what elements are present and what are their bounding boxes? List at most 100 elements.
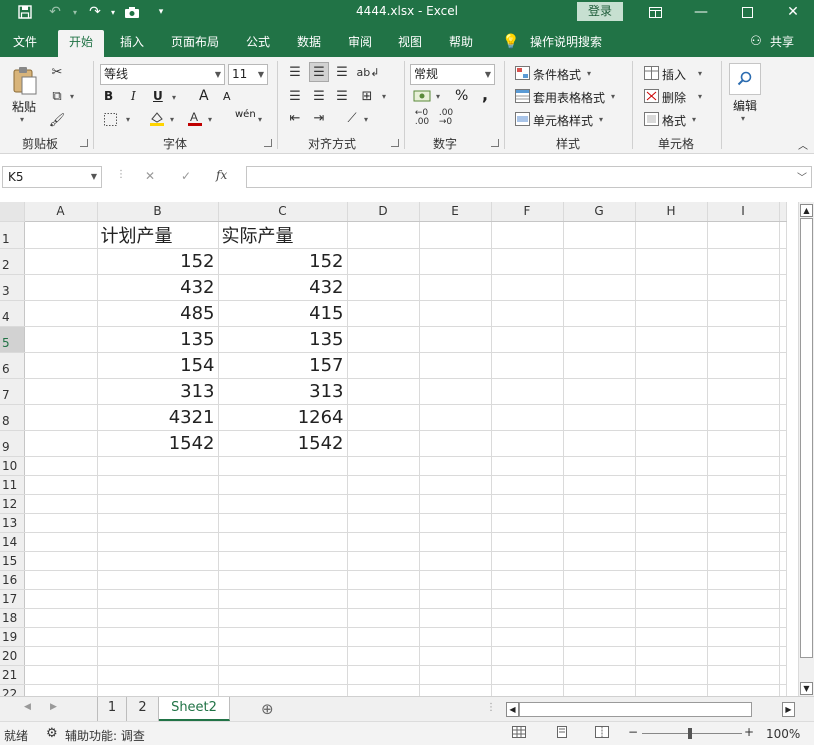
cell-f9[interactable] [491,430,564,457]
cell-c22[interactable] [218,684,348,696]
cell-overflow[interactable] [779,532,787,552]
row-header-14[interactable]: 14 [0,532,25,552]
cell-d21[interactable] [347,665,420,685]
cell-h15[interactable] [635,551,708,571]
cell-i5[interactable] [707,326,780,353]
cell-h12[interactable] [635,494,708,514]
column-header-c[interactable]: C [218,202,348,222]
decrease-font-button[interactable]: A [223,90,231,103]
cell-d20[interactable] [347,646,420,666]
comma-button[interactable]: , [482,85,488,104]
cell-overflow[interactable] [779,589,787,609]
enter-button[interactable]: ✓ [181,169,191,183]
cell-b5[interactable]: 135 [97,326,219,353]
decrease-indent-icon[interactable]: ⇤ [286,109,304,127]
cell-g13[interactable] [563,513,636,533]
cell-e6[interactable] [419,352,492,379]
cell-e19[interactable] [419,627,492,647]
cell-overflow[interactable] [779,646,787,666]
cell-h22[interactable] [635,684,708,696]
cell-e10[interactable] [419,456,492,476]
cell-h2[interactable] [635,248,708,275]
conditional-formatting-dropdown-icon[interactable]: ▾ [587,69,591,78]
row-header-8[interactable]: 8 [0,404,25,431]
cell-overflow[interactable] [779,248,787,275]
clipboard-launcher-icon[interactable] [80,139,88,147]
cell-h11[interactable] [635,475,708,495]
cell-b15[interactable] [97,551,219,571]
cell-d19[interactable] [347,627,420,647]
customize-quick-access-icon[interactable]: ▾ [150,2,172,22]
column-header-i[interactable]: I [707,202,780,222]
cell-i20[interactable] [707,646,780,666]
vertical-scroll-thumb[interactable] [800,218,813,658]
cell-f20[interactable] [491,646,564,666]
cell-b16[interactable] [97,570,219,590]
cell-b6[interactable]: 154 [97,352,219,379]
cell-a15[interactable] [24,551,98,571]
cell-i11[interactable] [707,475,780,495]
cell-a11[interactable] [24,475,98,495]
cell-h14[interactable] [635,532,708,552]
align-right-icon[interactable]: ☰ [333,87,351,105]
orientation-icon[interactable]: ⟋ [343,109,361,127]
cell-g14[interactable] [563,532,636,552]
cell-h5[interactable] [635,326,708,353]
cell-i9[interactable] [707,430,780,457]
cell-d4[interactable] [347,300,420,327]
font-launcher-icon[interactable] [264,139,272,147]
column-header-f[interactable]: F [491,202,564,222]
column-header-e[interactable]: E [419,202,492,222]
cell-i6[interactable] [707,352,780,379]
cell-c13[interactable] [218,513,348,533]
tab-data[interactable]: 数据 [289,30,329,57]
cell-a18[interactable] [24,608,98,628]
cell-i1[interactable] [707,221,780,249]
cell-styles-label[interactable]: 单元格样式 [533,112,593,129]
cell-f6[interactable] [491,352,564,379]
cell-c9[interactable]: 1542 [218,430,348,457]
cell-styles-dropdown-icon[interactable]: ▾ [599,115,603,124]
cell-d9[interactable] [347,430,420,457]
format-as-table-icon[interactable] [513,88,531,104]
zoom-level[interactable]: 100% [766,727,800,741]
underline-dropdown-icon[interactable]: ▾ [172,93,176,102]
row-header-13[interactable]: 13 [0,513,25,533]
insert-function-button[interactable]: fx [216,168,227,182]
cell-h6[interactable] [635,352,708,379]
undo-icon[interactable]: ↶ [44,2,66,22]
tab-view[interactable]: 视图 [390,30,430,57]
font-size-select[interactable]: 11 ▼ [228,64,268,85]
cell-a3[interactable] [24,274,98,301]
select-all-corner[interactable] [0,202,25,222]
tab-file[interactable]: 文件 [4,30,46,57]
cell-i18[interactable] [707,608,780,628]
align-top-icon[interactable]: ☰ [286,63,304,81]
cell-b19[interactable] [97,627,219,647]
column-header-b[interactable]: B [97,202,219,222]
minimize-icon[interactable]: — [678,0,724,24]
cell-d15[interactable] [347,551,420,571]
increase-font-button[interactable]: A [199,88,209,104]
cell-f5[interactable] [491,326,564,353]
cell-h21[interactable] [635,665,708,685]
page-break-view-icon[interactable] [595,726,609,741]
cell-a12[interactable] [24,494,98,514]
zoom-slider[interactable] [642,733,742,734]
cell-b13[interactable] [97,513,219,533]
cell-c14[interactable] [218,532,348,552]
cell-a13[interactable] [24,513,98,533]
zoom-slider-thumb[interactable] [688,728,692,739]
cell-d8[interactable] [347,404,420,431]
cell-g7[interactable] [563,378,636,405]
row-header-12[interactable]: 12 [0,494,25,514]
row-header-3[interactable]: 3 [0,274,25,301]
cell-overflow[interactable] [779,274,787,301]
zoom-out-button[interactable]: − [628,725,638,739]
column-header-a[interactable]: A [24,202,98,222]
fill-color-dropdown-icon[interactable]: ▾ [170,115,174,124]
column-header-d[interactable]: D [347,202,420,222]
row-header-20[interactable]: 20 [0,646,25,666]
delete-cells-dropdown-icon[interactable]: ▾ [698,92,702,101]
sheet-tab-sheet2[interactable]: Sheet2 [159,697,230,721]
